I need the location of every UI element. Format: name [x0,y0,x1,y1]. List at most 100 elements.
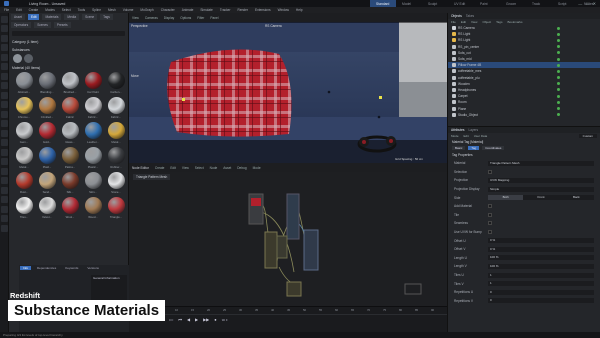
material-thumbnail[interactable]: Chrome... [14,97,34,119]
material-thumbnail[interactable]: Fabric... [106,97,126,119]
redo-icon[interactable] [1,25,8,32]
viewport-menu-item[interactable]: Cameras [145,16,158,20]
asset-search-input[interactable] [12,31,125,36]
menu-item[interactable]: Mesh [108,8,116,12]
play-icon[interactable]: ▶ [195,317,198,322]
node-menu-item[interactable]: View [182,166,189,170]
material-thumbnail[interactable]: Stone... [106,172,126,194]
visibility-icon[interactable] [557,32,560,36]
asset-subtab[interactable]: Presets [53,22,71,28]
attributes-subtab[interactable]: Tag [468,146,480,150]
attribute-value[interactable]: 1 [488,272,594,278]
attribute-value[interactable]: Simple [488,186,594,192]
node-menu-item[interactable]: Select [195,166,204,170]
node-mix[interactable] [264,231,278,269]
attribute-checkbox[interactable] [488,212,492,217]
visibility-icon[interactable] [557,45,560,49]
objects-menu-item[interactable]: File [451,20,456,24]
material-thumbnail[interactable]: Glass... [60,122,80,144]
paint-icon[interactable] [1,205,8,213]
end-frame[interactable]: 90 F [222,318,228,322]
material-thumbnail[interactable]: Wood... [83,197,103,219]
menu-item[interactable]: Volume [123,8,134,12]
material-thumbnail[interactable]: Rubber... [106,147,126,169]
material-section-label[interactable]: Material (40 Items) [9,64,128,72]
objects-menu-item[interactable]: Bookmarks [507,20,522,24]
settings-icon[interactable] [1,177,8,184]
attribute-value[interactable]: 1 [488,281,594,287]
spline-icon[interactable] [1,91,8,99]
visibility-icon[interactable] [557,63,560,67]
menu-item[interactable]: Tracker [220,8,231,12]
asset-tab[interactable]: Edit [27,14,40,20]
visibility-icon[interactable] [557,82,560,86]
visibility-icon[interactable] [557,88,560,92]
asset-tab[interactable]: Materials [42,14,62,20]
attributes-tab[interactable]: Attributes [451,128,464,132]
menu-item[interactable]: Tools [78,8,85,12]
undo-icon[interactable] [1,15,8,23]
material-thumbnail[interactable]: Brushed... [60,72,80,94]
visibility-icon[interactable] [557,57,560,61]
magnet-icon[interactable] [1,196,8,203]
menu-item[interactable]: Simulate [200,8,212,12]
prev-frame-icon[interactable]: ◀ [187,317,190,322]
node-menu-item[interactable]: Edit [170,166,176,170]
visibility-icon[interactable] [557,26,560,30]
menu-item[interactable]: Spline [92,8,101,12]
layout-tab[interactable]: Groom [500,0,526,7]
render-icon[interactable] [1,129,8,137]
cube-icon[interactable] [1,72,8,80]
layout-tab[interactable]: Script [552,0,578,7]
menu-item[interactable]: Character [161,8,175,12]
viewport-menu-item[interactable]: Options [180,16,191,20]
objects-menu-item[interactable]: Tags [496,20,502,24]
menu-item[interactable]: Animate [182,8,194,12]
attributes-tab[interactable]: Layers [468,128,478,132]
node-graph-breadcrumb[interactable]: Triangle Pattern Mesh [133,174,171,180]
side-option[interactable]: Front [523,195,559,201]
objects-tab[interactable]: Objects [451,14,462,18]
viewport-menu-item[interactable]: Filter [197,16,204,20]
move-icon[interactable] [1,44,8,51]
rotate-icon[interactable] [1,63,8,70]
layers-icon[interactable] [1,186,8,194]
viewport-menu-item[interactable]: View [132,16,139,20]
python-icon[interactable] [1,215,8,222]
menu-item[interactable]: Select [62,8,71,12]
attribute-checkbox[interactable] [488,230,492,235]
start-frame[interactable]: 0 F [169,318,173,322]
attribute-value[interactable]: 0 [488,289,594,295]
attributes-menu-item[interactable]: Edit [464,134,469,138]
visibility-icon[interactable] [557,76,560,80]
visibility-icon[interactable] [557,38,560,42]
visibility-icon[interactable] [557,69,560,73]
lock-icon[interactable] [1,158,8,165]
node-menu-item[interactable]: Debug [237,166,246,170]
material-thumbnail[interactable]: Abstract... [14,72,34,94]
light-icon[interactable] [1,110,8,118]
layout-tab[interactable]: Track [526,0,552,7]
viewport-menu-item[interactable]: Display [164,16,174,20]
attributes-subtab[interactable]: Coordinates [482,146,505,150]
layout-tab[interactable]: Paint [474,0,500,7]
scale-icon[interactable] [1,53,8,61]
menu-item[interactable]: Render [238,8,248,12]
asset-subtab[interactable]: Scenes [34,22,51,28]
menu-item[interactable]: Modes [45,8,55,12]
objects-tab[interactable]: Takes [466,14,474,18]
attribute-value[interactable]: Triangle Pattern Mesh [488,160,594,166]
viewport[interactable]: Perspective RS Camera Move Grid Spacing … [129,22,447,163]
objects-menu-item[interactable]: View [471,20,477,24]
axis-icon[interactable] [1,148,8,156]
minimize-icon[interactable]: — [578,1,582,6]
layout-tab[interactable]: Model [396,0,422,7]
substances-label[interactable]: Substances [9,46,128,54]
camera-icon[interactable] [1,120,8,127]
material-thumbnail[interactable]: Metal... [106,122,126,144]
viewport-menu-item[interactable]: Panel [210,16,218,20]
info-tab-keywords[interactable]: Keywords [62,266,81,270]
menu-item[interactable]: File [4,8,9,12]
attributes-menu-item[interactable]: User Data [474,134,488,138]
object-row[interactable]: Studio_Object [448,112,600,118]
